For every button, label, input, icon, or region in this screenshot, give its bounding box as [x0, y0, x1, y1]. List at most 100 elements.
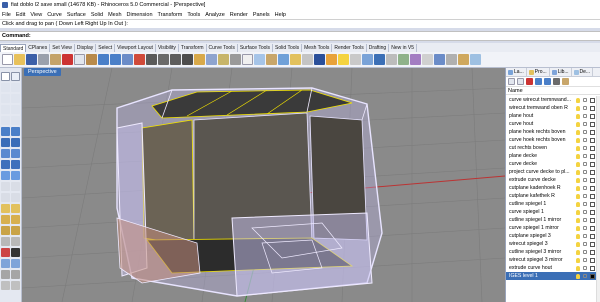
van-body-model[interactable] — [116, 87, 383, 297]
lightbulb-icon[interactable] — [576, 185, 580, 191]
point-icon[interactable] — [11, 72, 20, 81]
lock-icon[interactable] — [583, 186, 587, 190]
zoom-extents-icon[interactable] — [170, 54, 181, 65]
lightbulb-icon[interactable] — [576, 153, 580, 159]
lock-icon[interactable] — [583, 194, 587, 198]
tab-viewport-layout[interactable]: Viewport Layout — [115, 44, 156, 52]
import-icon[interactable] — [50, 54, 61, 65]
render-icon[interactable] — [326, 54, 337, 65]
lightbulb-icon[interactable] — [576, 97, 580, 103]
four-view-icon[interactable] — [206, 54, 217, 65]
layer-row[interactable]: cutplane spiegel 3 — [506, 232, 599, 240]
cylinder-icon[interactable] — [1, 160, 10, 169]
mesh-icon[interactable] — [1, 171, 10, 180]
color-swatch[interactable] — [590, 265, 595, 271]
color-swatch[interactable] — [590, 209, 595, 215]
toolbar-icon-40[interactable] — [470, 54, 481, 65]
split-icon[interactable] — [11, 182, 20, 191]
tab-layers[interactable]: La... — [506, 68, 527, 76]
lightbulb-icon[interactable] — [576, 249, 580, 255]
color-swatch[interactable] — [590, 121, 595, 127]
material-icon[interactable] — [350, 54, 361, 65]
save-icon[interactable] — [26, 54, 37, 65]
tab-new-in-v5[interactable]: New in V5 — [389, 44, 418, 52]
menu-view[interactable]: View — [30, 12, 42, 18]
color-swatch[interactable] — [590, 113, 595, 119]
lock-icon[interactable] — [583, 234, 587, 238]
layer-icon[interactable] — [278, 54, 289, 65]
viewport-title-tab[interactable]: Perspective — [24, 68, 61, 76]
menu-mesh[interactable]: Mesh — [108, 12, 121, 18]
surface-icon[interactable] — [1, 127, 10, 136]
smash-icon[interactable] — [1, 281, 10, 290]
toolbar-icon-34[interactable] — [398, 54, 409, 65]
color-swatch[interactable] — [590, 145, 595, 151]
lightbulb-icon[interactable] — [576, 241, 580, 247]
layer-row[interactable]: curve decke — [506, 160, 599, 168]
tab-surface-tools[interactable]: Surface Tools — [238, 44, 274, 52]
menu-transform[interactable]: Transform — [158, 12, 183, 18]
toolbar-icon-35[interactable] — [410, 54, 421, 65]
properties-icon[interactable] — [290, 54, 301, 65]
shaded-icon[interactable] — [302, 54, 313, 65]
lock-icon[interactable] — [583, 258, 587, 262]
polygon-icon[interactable] — [11, 105, 20, 114]
tab-mesh-tools[interactable]: Mesh Tools — [302, 44, 333, 52]
lock-icon[interactable] — [583, 226, 587, 230]
new-sublayer-icon[interactable] — [517, 78, 524, 85]
column-header-name[interactable]: Name — [506, 87, 600, 95]
print-icon[interactable] — [38, 54, 49, 65]
move-up-icon[interactable] — [535, 78, 542, 85]
layer-row[interactable]: cutplane kadenhoek R — [506, 184, 599, 192]
color-swatch[interactable] — [590, 233, 595, 239]
lock-icon[interactable] — [583, 210, 587, 214]
unroll-icon[interactable] — [11, 281, 20, 290]
layer-row[interactable]: cutline spiegel 1 — [506, 200, 599, 208]
toolbar-icon-39[interactable] — [458, 54, 469, 65]
hide-icon[interactable] — [254, 54, 265, 65]
layer-row[interactable]: cutplane kafethek R — [506, 192, 599, 200]
tab-cplanes[interactable]: CPlanes — [26, 44, 51, 52]
layer-row[interactable]: cutline spiegel 3 mirror — [506, 248, 599, 256]
menu-analyze[interactable]: Analyze — [205, 12, 225, 18]
color-swatch[interactable] — [590, 225, 595, 231]
color-swatch[interactable] — [590, 241, 595, 247]
layer-row[interactable]: cutline spiegel 1 mirror — [506, 216, 599, 224]
dimension-icon[interactable] — [1, 237, 10, 246]
new-layer-icon[interactable] — [508, 78, 515, 85]
extrude-icon[interactable] — [11, 127, 20, 136]
zoom-selected-icon[interactable] — [182, 54, 193, 65]
lightbulb-icon[interactable] — [576, 137, 580, 143]
tab-render-tools[interactable]: Render Tools — [332, 44, 367, 52]
pan-icon[interactable] — [122, 54, 133, 65]
lightbulb-icon[interactable] — [576, 193, 580, 199]
color-swatch[interactable] — [590, 257, 595, 263]
lock-icon[interactable] — [583, 138, 587, 142]
viewport-canvas[interactable] — [22, 68, 505, 302]
layer-row[interactable]: curve spiegel 1 — [506, 208, 599, 216]
polyline-icon[interactable] — [1, 83, 10, 92]
layer-list-scrollbar[interactable] — [596, 96, 600, 302]
layer-row[interactable]: plane hout — [506, 112, 599, 120]
delete-layer-icon[interactable] — [526, 78, 533, 85]
menu-panels[interactable]: Panels — [253, 12, 270, 18]
zoom-icon[interactable] — [146, 54, 157, 65]
color-swatch[interactable] — [590, 129, 595, 135]
lightbulb-icon[interactable] — [576, 145, 580, 151]
lightbulb-icon[interactable] — [576, 161, 580, 167]
copy-object-icon[interactable] — [11, 204, 20, 213]
layer-row[interactable]: curve hout — [506, 120, 599, 128]
lock-icon[interactable] — [266, 54, 277, 65]
help-icon[interactable] — [374, 54, 385, 65]
leader-icon[interactable] — [11, 237, 20, 246]
lock-icon[interactable] — [583, 274, 587, 278]
tab-standard[interactable]: Standard — [0, 44, 27, 52]
text-icon[interactable] — [1, 116, 10, 125]
fillet-curve-icon[interactable] — [11, 116, 20, 125]
curve-icon[interactable] — [11, 83, 20, 92]
color-swatch[interactable] — [590, 201, 595, 207]
rendered-icon[interactable] — [314, 54, 325, 65]
open-file-icon[interactable] — [14, 54, 25, 65]
lightbulb-icon[interactable] — [576, 129, 580, 135]
lightbulb-icon[interactable] — [576, 113, 580, 119]
